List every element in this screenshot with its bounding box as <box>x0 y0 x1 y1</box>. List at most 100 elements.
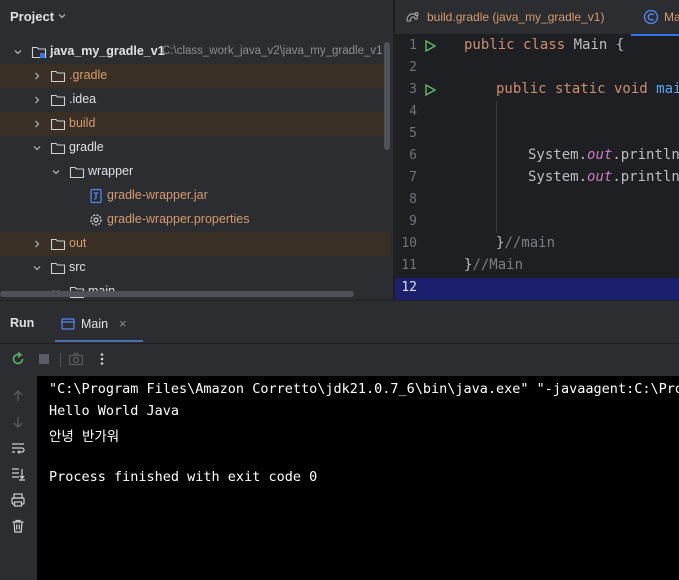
chevron-right-icon[interactable] <box>31 94 43 106</box>
line-number-current: 12 <box>401 280 417 295</box>
line-number: 5 <box>409 126 417 141</box>
arrow-down-icon[interactable] <box>10 414 26 430</box>
tree-item-label: gradle-wrapper.jar <box>107 188 208 202</box>
code-line-6: System.out.println( <box>528 147 679 163</box>
vertical-scrollbar[interactable] <box>384 42 390 150</box>
close-icon[interactable]: × <box>119 316 127 331</box>
tree-item-dot-idea[interactable]: .idea <box>0 88 390 112</box>
settings-file-icon <box>90 214 102 226</box>
code-line-7: System.out.println( <box>528 169 679 185</box>
editor-tab-bar: build.gradle (java_my_gradle_v1) Ma <box>395 0 679 36</box>
jar-file-icon <box>90 188 102 204</box>
run-panel: Run Main × "C:\Program Files\Amazon Corr… <box>0 300 679 580</box>
folder-icon <box>50 142 66 155</box>
tree-item-gradle-wrapper-jar[interactable]: gradle-wrapper.jar <box>0 184 390 208</box>
module-folder-icon <box>31 46 47 59</box>
folder-icon <box>50 94 66 107</box>
tree-item-dot-gradle[interactable]: .gradle <box>0 64 390 88</box>
chevron-down-icon[interactable] <box>31 142 43 154</box>
console-window-icon <box>61 318 75 330</box>
tab-label: Ma <box>664 10 679 24</box>
tree-item-gradle[interactable]: gradle <box>0 136 390 160</box>
trash-icon[interactable] <box>10 518 26 534</box>
print-icon[interactable] <box>10 492 26 508</box>
toolbar-separator <box>60 353 61 367</box>
java-class-icon <box>643 9 659 25</box>
tab-label: build.gradle (java_my_gradle_v1) <box>427 10 605 24</box>
soft-wrap-icon[interactable] <box>10 440 26 456</box>
code-line-3: public static void main <box>496 81 679 97</box>
run-toolbar <box>0 343 679 376</box>
tab-main-java[interactable]: Ma <box>631 0 679 36</box>
line-number: 2 <box>409 60 417 75</box>
chevron-down-icon[interactable] <box>31 262 43 274</box>
horizontal-scrollbar[interactable] <box>0 291 354 297</box>
line-number: 1 <box>409 38 417 53</box>
tree-item-src[interactable]: src <box>0 256 390 280</box>
line-number: 7 <box>409 170 417 185</box>
chevron-down-icon[interactable] <box>56 10 68 22</box>
tree-item-label: src <box>69 260 86 274</box>
code-area[interactable]: public class Main { public static void m… <box>464 35 679 300</box>
tree-item-label: java_my_gradle_v1 <box>50 44 165 58</box>
run-tab-label: Main <box>81 317 109 331</box>
arrow-up-icon[interactable] <box>10 388 26 404</box>
chevron-down-icon[interactable] <box>12 46 24 58</box>
code-line-10: }//main <box>496 235 556 251</box>
line-number: 8 <box>409 192 417 207</box>
tree-item-label: wrapper <box>88 164 134 178</box>
tree-item-build[interactable]: build <box>0 112 390 136</box>
folder-icon <box>69 166 85 179</box>
line-number: 10 <box>401 236 417 251</box>
tree-item-wrapper[interactable]: wrapper <box>0 160 390 184</box>
tree-item-out[interactable]: out <box>0 232 390 256</box>
folder-icon <box>50 70 66 83</box>
tree-item-gradle-wrapper-properties[interactable]: gradle-wrapper.properties <box>0 208 390 232</box>
console-line: 안녕 반가워 <box>49 429 120 445</box>
console-output[interactable]: "C:\Program Files\Amazon Corretto\jdk21.… <box>37 376 679 580</box>
console-line: "C:\Program Files\Amazon Corretto\jdk21.… <box>49 381 679 397</box>
run-panel-title: Run <box>10 316 35 330</box>
gradle-icon <box>406 12 419 22</box>
project-path: C:\class_work_java_v2\java_my_gradle_v1 <box>162 45 383 57</box>
code-line-11: }//Main <box>464 257 524 273</box>
tree-item-label: gradle <box>69 140 104 154</box>
folder-icon <box>50 238 66 251</box>
chevron-right-icon[interactable] <box>31 118 43 130</box>
run-gutter-icon[interactable] <box>424 84 436 96</box>
code-editor: build.gradle (java_my_gradle_v1) Ma 1 2 … <box>395 0 679 300</box>
line-number: 11 <box>401 258 417 273</box>
console-line: Process finished with exit code 0 <box>49 469 318 485</box>
tree-item-label: out <box>69 236 87 250</box>
project-panel: Project java_my_gradle_v1 C:\class_work_… <box>0 0 393 300</box>
chevron-down-icon[interactable] <box>50 166 62 178</box>
line-number: 3 <box>409 82 417 97</box>
tree-item-label: build <box>69 116 96 130</box>
code-line-1: public class Main { <box>464 37 625 53</box>
more-options-icon[interactable] <box>94 351 110 367</box>
line-number: 4 <box>409 104 417 119</box>
run-gutter-icon[interactable] <box>424 40 436 52</box>
tree-item-project-root[interactable]: java_my_gradle_v1 C:\class_work_java_v2\… <box>0 40 390 64</box>
stop-icon[interactable] <box>36 351 52 367</box>
line-number-gutter: 1 2 3 4 5 6 7 8 9 10 11 12 <box>395 35 460 300</box>
project-panel-title[interactable]: Project <box>10 9 54 24</box>
console-side-toolbar <box>0 376 37 580</box>
indent-guide <box>496 101 497 233</box>
console-line: Hello World Java <box>49 403 180 419</box>
chevron-right-icon[interactable] <box>31 238 43 250</box>
line-number: 6 <box>409 148 417 163</box>
tree-item-label: .idea <box>69 92 97 106</box>
scroll-to-end-icon[interactable] <box>10 466 26 482</box>
line-number: 9 <box>409 214 417 229</box>
run-tab-main[interactable]: Main × <box>55 307 143 342</box>
tree-item-main[interactable]: main <box>0 280 390 300</box>
project-panel-header: Project <box>0 0 393 34</box>
folder-icon <box>50 262 66 275</box>
tree-item-label: gradle-wrapper.properties <box>107 212 250 226</box>
camera-icon[interactable] <box>68 351 84 367</box>
chevron-right-icon[interactable] <box>31 70 43 82</box>
tab-build-gradle[interactable]: build.gradle (java_my_gradle_v1) <box>395 0 631 34</box>
folder-icon <box>50 118 66 131</box>
rerun-icon[interactable] <box>10 351 26 367</box>
